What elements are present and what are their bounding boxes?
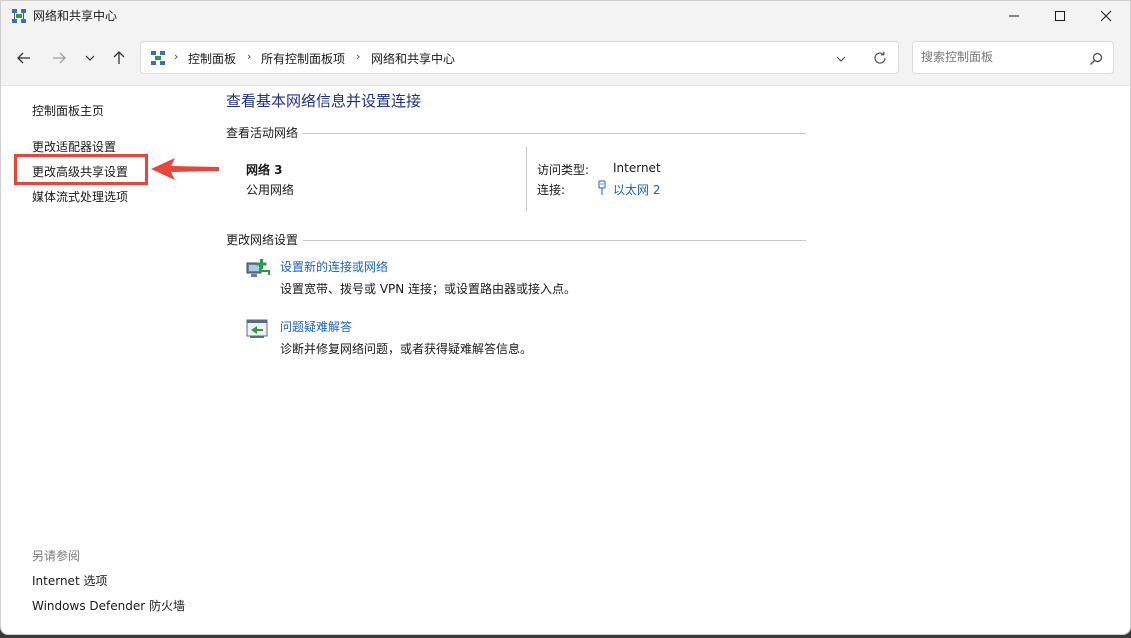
access-type-label: 访问类型: [537,163,590,177]
arrow-left-icon [17,52,30,64]
title-bar: 网络和共享中心 [1,1,1130,31]
address-bar[interactable]: › 控制面板 › 所有控制面板项 › 网络和共享中心 [140,41,899,74]
ethernet-connection-link[interactable]: 以太网 2 [613,181,660,198]
search-input[interactable] [921,48,1081,66]
section-divider [303,240,806,241]
active-networks-heading: 查看活动网络 [226,126,299,140]
internet-options-link[interactable]: Internet 选项 [32,572,107,589]
breadcrumb-separator[interactable]: › [356,50,360,63]
up-button[interactable] [107,45,131,71]
navigation-bar: › 控制面板 › 所有控制面板项 › 网络和共享中心 [1,31,1130,86]
access-type-value: Internet [613,161,661,175]
see-also-heading: 另请参阅 [32,549,81,563]
control-panel-home-link[interactable]: 控制面板主页 [32,102,104,119]
troubleshoot-problems-description: 诊断并修复网络问题，或者获得疑难解答信息。 [280,342,533,356]
network-name: 网络 3 [246,163,283,177]
change-adapter-settings-link[interactable]: 更改适配器设置 [32,138,116,155]
search-icon[interactable] [1089,51,1103,65]
recent-locations-button[interactable] [78,45,102,71]
breadcrumb-control-panel[interactable]: 控制面板 [188,50,236,67]
page-title: 查看基本网络信息并设置连接 [226,92,422,110]
network-sharing-center-window: 网络和共享中心 › 控制面板 › 所有控制面板项 › 网络和共享中心 搜索控制面… [0,0,1131,635]
section-divider [303,133,806,134]
ethernet-icon [597,180,607,196]
connections-label: 连接: [537,183,566,197]
network-app-icon [11,8,27,24]
new-connection-icon [245,257,271,281]
media-streaming-options-link[interactable]: 媒体流式处理选项 [32,188,128,205]
refresh-icon[interactable] [872,50,888,66]
breadcrumb-network-center[interactable]: 网络和共享中心 [371,50,455,67]
breadcrumb-all-items[interactable]: 所有控制面板项 [261,50,345,67]
breadcrumb-separator[interactable]: › [247,50,251,63]
setup-new-connection-description: 设置宽带、拨号或 VPN 连接；或设置路由器或接入点。 [280,282,577,296]
change-network-settings-heading: 更改网络设置 [226,233,299,247]
forward-button[interactable] [47,45,71,71]
arrow-up-icon [113,51,125,64]
search-box[interactable] [912,41,1114,74]
address-dropdown-icon[interactable] [834,51,848,65]
troubleshoot-icon [245,317,271,341]
highlight-annotation-box [14,154,148,185]
window-title: 网络和共享中心 [33,9,118,23]
windows-defender-firewall-link[interactable]: Windows Defender 防火墙 [32,597,185,614]
troubleshoot-problems-link[interactable]: 问题疑难解答 [280,318,352,335]
breadcrumb-separator[interactable]: › [174,50,178,63]
chevron-down-icon [85,55,95,61]
back-button[interactable] [12,45,36,71]
red-arrow-annotation-icon [149,156,221,182]
control-panel-icon [150,50,166,66]
minimize-button[interactable] [991,1,1037,31]
maximize-button[interactable] [1037,1,1083,31]
close-button[interactable] [1083,1,1129,31]
network-category-link[interactable]: 公用网络 [246,181,294,198]
setup-new-connection-link[interactable]: 设置新的连接或网络 [280,258,388,275]
vertical-divider [526,147,527,211]
arrow-right-icon [53,52,66,64]
